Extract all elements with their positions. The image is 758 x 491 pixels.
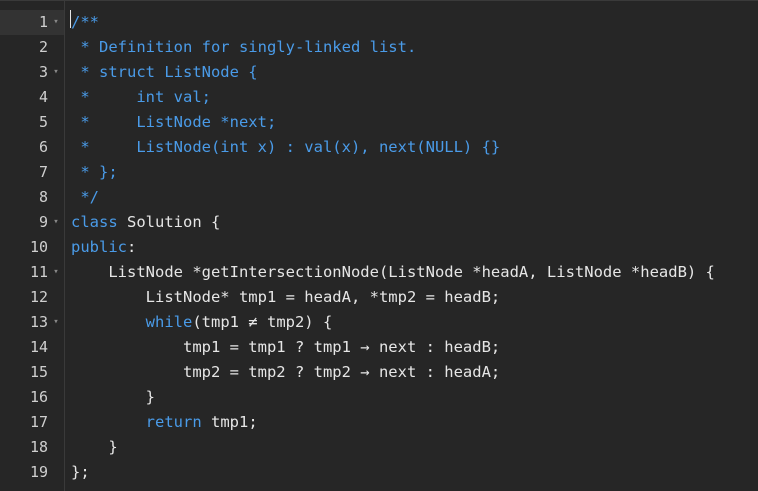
code-line[interactable]: * ListNode(int x) : val(x), next(NULL) {… — [71, 135, 500, 160]
code-token-keyword: public — [71, 238, 127, 256]
code-line[interactable]: ListNode *getIntersectionNode(ListNode *… — [71, 260, 715, 285]
line-number-text: 19 — [29, 463, 48, 481]
line-number: 16 — [0, 385, 64, 410]
code-line[interactable]: * ListNode *next; — [71, 110, 276, 135]
code-line[interactable]: /** — [71, 10, 99, 35]
line-number: 5 — [0, 110, 64, 135]
chevron-down-icon[interactable]: ▾ — [51, 10, 61, 35]
line-number: 19 — [0, 460, 64, 485]
line-number: 11 ▾ — [0, 260, 64, 285]
chevron-down-icon[interactable]: ▾ — [51, 260, 61, 285]
code-line[interactable]: tmp1 = tmp1 ? tmp1 → next : headB; — [71, 335, 500, 360]
line-number-text: 5 — [38, 113, 48, 131]
line-number-text: 8 — [38, 188, 48, 206]
code-token-plain: ListNode *getIntersectionNode(ListNode *… — [71, 263, 715, 281]
code-line[interactable]: ListNode* tmp1 = headA, *tmp2 = headB; — [71, 285, 501, 310]
code-token-keyword: class — [71, 213, 118, 231]
code-token-comment: */ — [71, 188, 99, 206]
line-number: 13 ▾ — [0, 310, 64, 335]
code-token-plain: : — [127, 238, 137, 256]
line-number: 14 — [0, 335, 64, 360]
code-line[interactable]: while(tmp1 ≠ tmp2) { — [71, 310, 333, 335]
line-number-text: 14 — [29, 338, 48, 356]
line-number: 4 — [0, 85, 64, 110]
code-token-comment: * }; — [71, 163, 118, 181]
code-token-keyword: return — [145, 413, 202, 431]
code-line[interactable]: */ — [71, 185, 99, 210]
code-token-plain: }; — [71, 463, 90, 481]
chevron-down-icon[interactable]: ▾ — [51, 210, 61, 235]
line-number-text: 2 — [38, 38, 48, 56]
code-token-plain: tmp1 = tmp1 ? tmp1 → next : headB; — [71, 338, 501, 356]
line-number-gutter: 1 ▾ 2 3 ▾ 4 5 6 7 8 9 ▾ 10 11 ▾ 12 13 ▾ 14 15 16 17 18 19 — [0, 1, 64, 491]
code-token-comment: * Definition for singly-linked list. — [71, 38, 417, 56]
line-number: 18 — [0, 435, 64, 460]
line-number: 15 — [0, 360, 64, 385]
line-number-text: 1 — [38, 13, 48, 31]
line-number-text: 4 — [38, 88, 48, 106]
code-line[interactable]: public: — [71, 235, 136, 260]
line-number-text: 3 — [38, 63, 48, 81]
line-number: 2 — [0, 35, 64, 60]
line-number-text: 10 — [29, 238, 48, 256]
line-number: 8 — [0, 185, 64, 210]
line-number-text: 6 — [38, 138, 48, 156]
line-number-text: 17 — [29, 413, 48, 431]
code-editor[interactable]: 1 ▾ 2 3 ▾ 4 5 6 7 8 9 ▾ 10 11 ▾ 12 13 ▾ 14 15 16 17 18 19 /** *… — [0, 0, 758, 491]
chevron-down-icon[interactable]: ▾ — [51, 310, 61, 335]
code-token-plain: ListNode* tmp1 = headA, *tmp2 = headB; — [71, 288, 501, 306]
code-line[interactable]: return tmp1; — [71, 410, 258, 435]
code-token-comment: * ListNode *next; — [71, 113, 277, 131]
code-token-plain: } — [71, 438, 118, 456]
line-number-text: 12 — [29, 288, 48, 306]
line-number: 6 — [0, 135, 64, 160]
code-token-plain: Solution { — [117, 213, 221, 231]
code-area[interactable]: /** * Definition for singly-linked list.… — [64, 1, 758, 491]
line-number-text: 13 — [29, 313, 48, 331]
line-number: 9 ▾ — [0, 210, 64, 235]
line-number: 3 ▾ — [0, 60, 64, 85]
line-number-text: 11 — [29, 263, 48, 281]
code-token-comment: * int val; — [71, 88, 211, 106]
code-token-plain: (tmp1 ≠ tmp2) { — [192, 313, 333, 331]
code-line[interactable]: * struct ListNode { — [71, 60, 258, 85]
code-line[interactable]: * Definition for singly-linked list. — [71, 35, 416, 60]
code-line[interactable]: }; — [71, 460, 90, 485]
code-token-keyword: while — [145, 313, 193, 331]
line-number-text: 18 — [29, 438, 48, 456]
code-token-plain: tmp2 = tmp2 ? tmp2 → next : headA; — [71, 363, 501, 381]
code-token-comment: /** — [71, 13, 99, 31]
code-line[interactable]: * int val; — [71, 85, 211, 110]
line-number: 1 ▾ — [0, 10, 64, 35]
code-token-comment: * ListNode(int x) : val(x), next(NULL) {… — [71, 138, 501, 156]
code-line[interactable]: } — [71, 435, 118, 460]
code-line[interactable]: tmp2 = tmp2 ? tmp2 → next : headA; — [71, 360, 500, 385]
code-line[interactable]: * }; — [71, 160, 118, 185]
chevron-down-icon[interactable]: ▾ — [51, 60, 61, 85]
code-line[interactable]: class Solution { — [71, 210, 220, 235]
line-number: 12 — [0, 285, 64, 310]
line-number-text: 15 — [29, 363, 48, 381]
text-cursor — [70, 10, 71, 28]
code-token-plain: } — [71, 388, 155, 406]
code-token-plain: tmp1; — [201, 413, 258, 431]
code-token-comment: * struct ListNode { — [71, 63, 258, 81]
code-line[interactable]: } — [71, 385, 155, 410]
line-number-text: 7 — [38, 163, 48, 181]
line-number: 7 — [0, 160, 64, 185]
line-number: 10 — [0, 235, 64, 260]
line-number: 17 — [0, 410, 64, 435]
line-number-text: 16 — [29, 388, 48, 406]
line-number-text: 9 — [38, 213, 48, 231]
